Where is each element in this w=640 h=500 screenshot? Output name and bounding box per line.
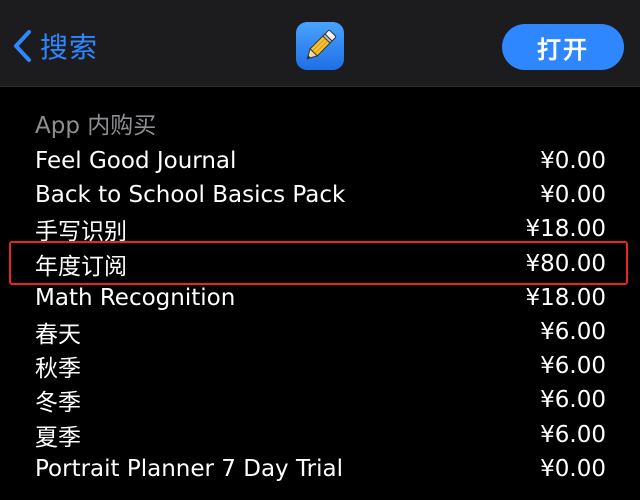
item-price: ¥6.00 — [540, 319, 606, 346]
item-price: ¥6.00 — [540, 421, 606, 448]
section-title: App 内购买 — [35, 113, 157, 139]
list-item: Math Recognition ¥18.00 — [0, 281, 640, 315]
open-button[interactable]: 打开 — [502, 24, 624, 70]
item-name: 年度订阅 — [35, 253, 127, 280]
item-name: Feel Good Journal — [35, 148, 237, 175]
item-price: ¥0.00 — [540, 455, 606, 482]
list-item: Back to School Basics Pack ¥0.00 — [0, 178, 640, 212]
app-store-screen: 搜索 打开 App 内购买 Feel Good Journal ¥0.00 Ba… — [0, 0, 640, 500]
list-item-highlighted: 年度订阅 ¥80.00 — [0, 247, 640, 281]
back-button[interactable]: 搜索 — [12, 24, 98, 68]
item-price: ¥6.00 — [540, 387, 606, 414]
back-label: 搜索 — [40, 31, 99, 64]
item-price: ¥18.00 — [525, 284, 606, 311]
list-item: 春天 ¥6.00 — [0, 315, 640, 349]
item-name: Portrait Planner 7 Day Trial — [35, 455, 343, 482]
item-name: Math Recognition — [35, 284, 236, 311]
in-app-purchase-list: Feel Good Journal ¥0.00 Back to School B… — [0, 144, 640, 486]
list-item: 手写识别 ¥18.00 — [0, 212, 640, 246]
item-price: ¥0.00 — [540, 148, 606, 175]
item-name: Back to School Basics Pack — [35, 182, 346, 209]
list-item: 夏季 ¥6.00 — [0, 418, 640, 452]
item-name: 手写识别 — [35, 219, 127, 246]
item-name: 春天 — [35, 322, 81, 349]
pencil-app-icon[interactable] — [296, 22, 344, 70]
chevron-left-icon — [12, 29, 32, 63]
item-price: ¥6.00 — [540, 353, 606, 380]
item-price: ¥0.00 — [540, 182, 606, 209]
list-item: 冬季 ¥6.00 — [0, 383, 640, 417]
item-name: 冬季 — [35, 390, 81, 417]
list-item: Feel Good Journal ¥0.00 — [0, 144, 640, 178]
item-name: 秋季 — [35, 356, 81, 383]
item-name: 夏季 — [35, 424, 81, 451]
item-price: ¥18.00 — [525, 216, 606, 243]
list-item: Portrait Planner 7 Day Trial ¥0.00 — [0, 452, 640, 486]
navigation-bar: 搜索 打开 — [0, 0, 640, 87]
list-item: 秋季 ¥6.00 — [0, 349, 640, 383]
item-price: ¥80.00 — [525, 250, 606, 277]
